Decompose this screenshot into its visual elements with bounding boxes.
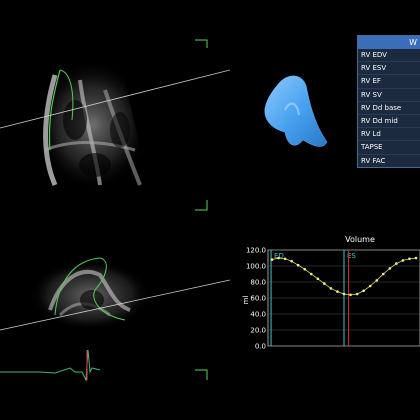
volume-data-point — [336, 290, 339, 293]
volume-data-point — [349, 293, 352, 297]
volume-data-point — [408, 257, 411, 261]
volume-data-point — [329, 287, 333, 290]
viewport-corner-br-2 — [195, 369, 208, 380]
viewport-corner-tr — [195, 39, 208, 48]
measurement-rv-fac[interactable]: RV FAC — [358, 155, 420, 167]
chart-title: Volume — [345, 235, 375, 244]
y-tick-label: 20.0 — [250, 327, 266, 335]
measurements-header: W — [358, 36, 420, 49]
volume-data-point — [290, 259, 293, 263]
ecg-trace — [0, 349, 101, 382]
measurement-rv-edv[interactable]: RV EDV — [358, 49, 420, 63]
volume-data-point — [283, 257, 287, 261]
y-tick-label: 60.0 — [250, 295, 266, 303]
volume-data-point — [355, 292, 359, 296]
measurement-rv-dd-base[interactable]: RV Dd base — [358, 102, 420, 115]
volume-data-point — [395, 262, 398, 265]
volume-data-point — [362, 289, 365, 293]
measurement-rv-ld[interactable]: RV Ld — [358, 128, 420, 142]
y-tick-label: 40.0 — [250, 311, 266, 319]
volume-data-point — [303, 267, 307, 271]
volume-data-point — [401, 259, 405, 262]
volume-data-point — [381, 272, 385, 276]
ultrasound-sector-image — [35, 60, 150, 190]
y-tick-label: 0.0 — [255, 343, 266, 351]
volume-data-point — [368, 284, 372, 288]
y-tick-label: 80.0 — [250, 279, 266, 287]
volume-data-point — [342, 292, 346, 296]
volume-data-point — [270, 258, 274, 261]
volume-data-point — [323, 282, 326, 285]
y-tick-label: 120.0 — [246, 247, 266, 255]
y-tick-label: 100.0 — [246, 263, 266, 271]
volume-data-point — [388, 267, 392, 270]
volume-chart[interactable]: ml 120.0100.080.060.040.020.00.0 ED ES — [240, 245, 420, 355]
volume-data-point — [296, 263, 300, 267]
volume-data-point — [375, 279, 379, 282]
rv-3d-model[interactable] — [255, 70, 335, 155]
volume-data-point — [414, 256, 418, 260]
echo-workspace: W RV EDV RV ESV RV EF RV SV RV Dd base R… — [0, 0, 420, 420]
chart-ylabel: ml — [242, 296, 250, 305]
rv-measurements-panel: W RV EDV RV ESV RV EF RV SV RV Dd base R… — [357, 35, 420, 168]
volume-data-point — [277, 256, 280, 260]
measurement-rv-dd-mid[interactable]: RV Dd mid — [358, 115, 420, 129]
volume-data-point — [316, 277, 320, 281]
volume-data-point — [309, 272, 313, 276]
measurement-rv-esv[interactable]: RV ESV — [358, 62, 420, 76]
echo-view-short-axis[interactable] — [0, 220, 230, 420]
measurement-tapse[interactable]: TAPSE — [358, 141, 420, 155]
viewport-corner-br — [195, 200, 208, 211]
echo-view-apical-4ch[interactable] — [0, 0, 230, 230]
measurement-rv-sv[interactable]: RV SV — [358, 89, 420, 102]
measurement-rv-ef[interactable]: RV EF — [358, 75, 420, 89]
